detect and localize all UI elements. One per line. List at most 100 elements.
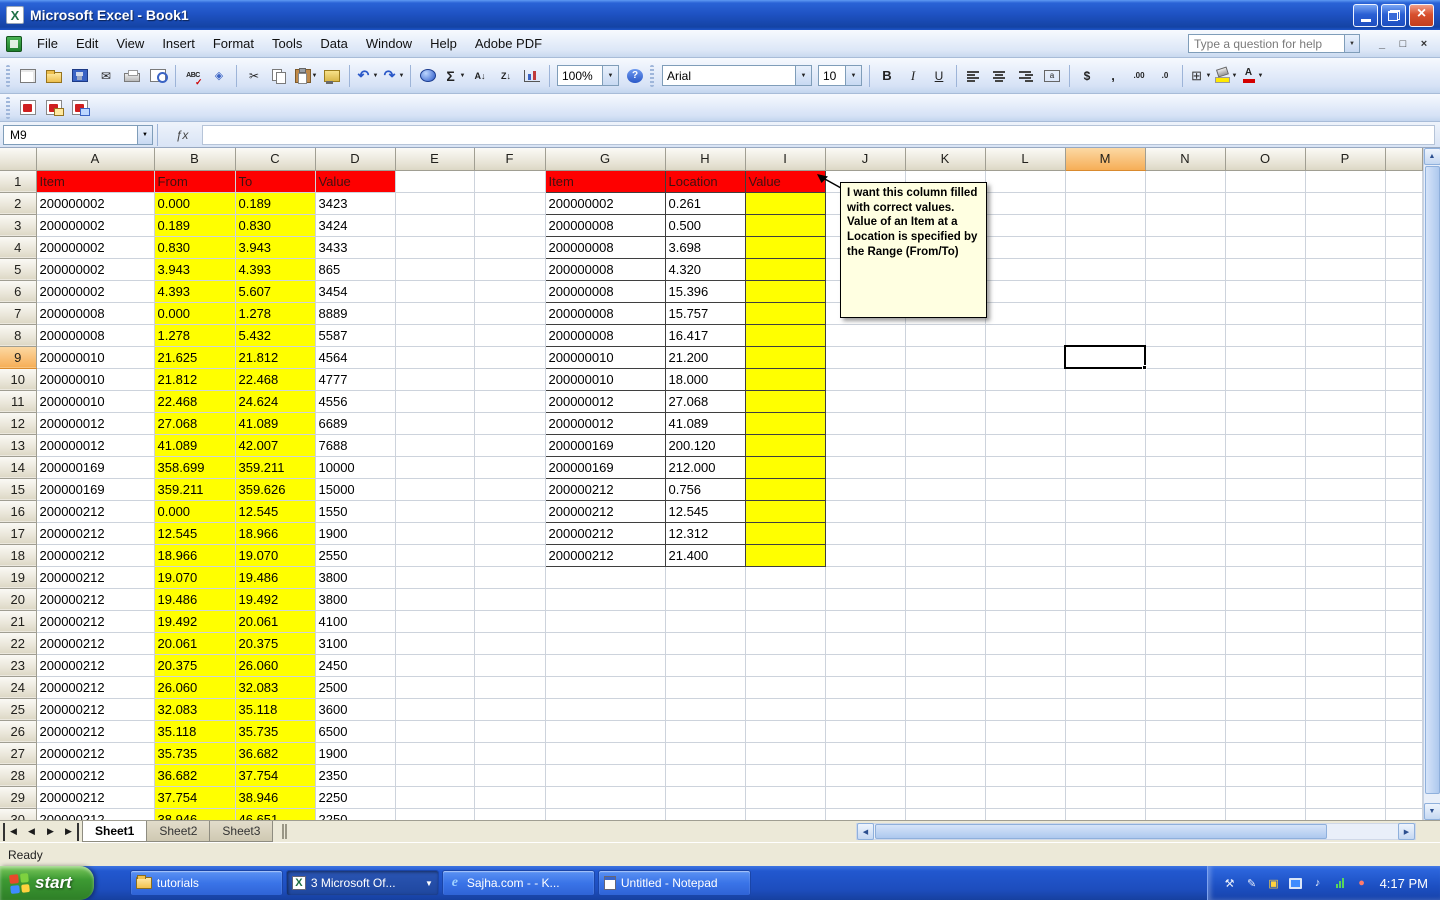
cut-button[interactable]: ✂ [242, 64, 266, 88]
cell[interactable]: 200000212 [36, 632, 154, 654]
select-all-corner[interactable] [0, 148, 36, 170]
cell[interactable]: 200000002 [36, 214, 154, 236]
cell[interactable] [545, 610, 665, 632]
first-sheet-icon[interactable]: ◀ [3, 823, 22, 841]
cell[interactable]: 19.492 [235, 588, 315, 610]
taskbar-button[interactable]: eSajha.com - - K... [442, 870, 595, 896]
cell[interactable] [985, 500, 1065, 522]
cell[interactable] [1065, 698, 1145, 720]
cell[interactable] [905, 456, 985, 478]
spelling-button[interactable]: ABC [181, 64, 205, 88]
cell[interactable] [985, 192, 1065, 214]
cell[interactable]: 21.812 [235, 346, 315, 368]
cell[interactable]: 200000010 [545, 346, 665, 368]
cell[interactable] [1225, 478, 1305, 500]
cell[interactable] [395, 742, 474, 764]
cell[interactable] [985, 544, 1065, 566]
cell[interactable] [1305, 610, 1385, 632]
row-header-13[interactable]: 13 [0, 434, 36, 456]
cell[interactable]: 12.545 [665, 500, 745, 522]
cell[interactable] [1065, 522, 1145, 544]
cell[interactable]: 3454 [315, 280, 395, 302]
cell[interactable] [1145, 324, 1225, 346]
cell[interactable] [474, 588, 545, 610]
cell[interactable] [745, 236, 825, 258]
cell[interactable]: 27.068 [665, 390, 745, 412]
cell[interactable] [825, 346, 905, 368]
cell[interactable] [1225, 214, 1305, 236]
cell[interactable] [1225, 808, 1305, 820]
cell[interactable] [985, 324, 1065, 346]
cell[interactable] [545, 654, 665, 676]
cell[interactable] [1145, 412, 1225, 434]
cell[interactable] [474, 522, 545, 544]
network-signal-icon[interactable] [1332, 875, 1348, 891]
menu-view[interactable]: View [107, 32, 153, 55]
shield-icon[interactable]: ▣ [1266, 875, 1282, 891]
convert-to-pdf-button[interactable] [16, 96, 40, 120]
horizontal-scrollbar[interactable]: ◀ ▶ [856, 823, 1416, 840]
cell[interactable] [1305, 390, 1385, 412]
cell[interactable]: 200000212 [36, 786, 154, 808]
cell[interactable] [985, 522, 1065, 544]
cell[interactable] [1305, 368, 1385, 390]
font-size-combo[interactable]: 10▼ [818, 65, 862, 86]
workbook-minimize-button[interactable]: _ [1374, 36, 1390, 51]
cell[interactable] [1225, 676, 1305, 698]
cell[interactable] [1065, 720, 1145, 742]
column-header-F[interactable]: F [474, 148, 545, 170]
cell[interactable] [1225, 764, 1305, 786]
cell[interactable]: 3800 [315, 566, 395, 588]
cell[interactable] [825, 456, 905, 478]
cell[interactable] [1385, 522, 1423, 544]
email-button[interactable]: ✉ [94, 64, 118, 88]
cell[interactable] [745, 368, 825, 390]
cell[interactable]: 0.261 [665, 192, 745, 214]
cell[interactable] [1065, 280, 1145, 302]
cell[interactable] [905, 500, 985, 522]
cell[interactable] [1145, 808, 1225, 820]
cell[interactable] [1145, 280, 1225, 302]
toolbar-grip[interactable] [650, 65, 654, 87]
cell[interactable] [1065, 742, 1145, 764]
cell[interactable] [1385, 808, 1423, 820]
cell[interactable] [395, 258, 474, 280]
cell[interactable] [905, 676, 985, 698]
cell[interactable]: 200000212 [36, 676, 154, 698]
sort-descending-button[interactable]: Z↓ [494, 64, 518, 88]
cell[interactable] [1145, 434, 1225, 456]
row-header-12[interactable]: 12 [0, 412, 36, 434]
cell[interactable] [985, 434, 1065, 456]
cell[interactable] [474, 236, 545, 258]
formula-input[interactable] [202, 125, 1435, 145]
column-header-J[interactable]: J [825, 148, 905, 170]
cell[interactable] [825, 720, 905, 742]
cell[interactable] [825, 390, 905, 412]
cell[interactable] [395, 654, 474, 676]
cell[interactable]: 1.278 [235, 302, 315, 324]
cell[interactable]: 200.120 [665, 434, 745, 456]
menu-tools[interactable]: Tools [263, 32, 311, 55]
cell[interactable] [1065, 588, 1145, 610]
cell[interactable]: 19.070 [154, 566, 235, 588]
cell[interactable]: 24.624 [235, 390, 315, 412]
cell[interactable] [1385, 478, 1423, 500]
cell[interactable]: 19.070 [235, 544, 315, 566]
cell[interactable] [985, 368, 1065, 390]
cell[interactable]: 200000212 [36, 610, 154, 632]
redo-button[interactable]: ↷▼ [381, 64, 405, 88]
cell[interactable]: 200000012 [36, 434, 154, 456]
cell[interactable]: 200000008 [545, 302, 665, 324]
chevron-down-icon[interactable]: ▼ [845, 66, 861, 85]
cell[interactable]: 0.756 [665, 478, 745, 500]
display-icon[interactable] [1288, 875, 1304, 891]
cell[interactable] [1305, 742, 1385, 764]
cell[interactable]: 200000212 [36, 764, 154, 786]
chevron-down-icon[interactable]: ▼ [373, 73, 379, 79]
cell[interactable] [905, 632, 985, 654]
column-header-P[interactable]: P [1305, 148, 1385, 170]
cell[interactable]: 21.200 [665, 346, 745, 368]
cell[interactable]: 21.625 [154, 346, 235, 368]
cell[interactable]: 6500 [315, 720, 395, 742]
cell[interactable]: 200000212 [36, 654, 154, 676]
